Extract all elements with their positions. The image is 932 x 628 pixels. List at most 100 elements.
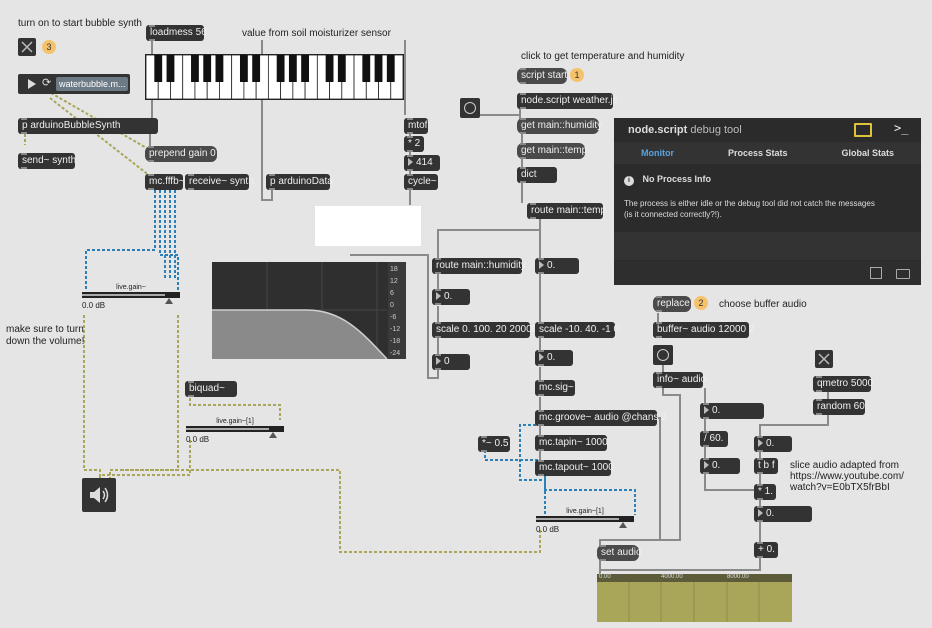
filter-tick-label: 12 [390,278,398,285]
script-start-message[interactable]: script start [517,68,567,84]
mc-tapin-object[interactable]: mc.tapin~ 1000 [535,435,608,451]
gain-slider[interactable] [536,516,634,528]
edit-icon[interactable] [870,267,882,279]
gain-thumb-icon[interactable] [619,522,628,528]
biquad-object[interactable]: biquad~ [185,381,237,397]
number-scaled-temp[interactable]: 0. [535,350,573,366]
tab-monitor[interactable]: Monitor [641,142,674,164]
scale-temp-object[interactable]: scale -10. 40. -1 0 [535,322,619,338]
number-b[interactable]: 0. [700,458,740,474]
number-a[interactable]: 0. [700,403,764,419]
debug-header: node.script debug tool >_ [628,121,909,137]
bang-button-weather[interactable] [460,98,480,118]
bang-button-info[interactable] [653,345,673,365]
synth-toggle[interactable] [18,38,36,56]
live-gain-groove[interactable]: live.gain~[1] 0.0 dB [536,508,634,534]
filter-graph[interactable]: 18 12 6 0 -6 -12 -18 -24 [212,262,406,360]
terminal-icon[interactable]: >_ [894,121,908,135]
monitor-icon[interactable] [854,123,872,137]
comment-temp-click: click to get temperature and humidity [521,51,685,62]
debug-tabs: Monitor Process Stats Global Stats [614,142,921,164]
trigger-bf-object[interactable]: t b f [754,458,778,474]
cycle-object[interactable]: cycle~ [404,174,438,190]
p-arduino-bubble-synth[interactable]: p arduinoBubbleSynth [18,118,158,134]
gain-level [82,294,166,296]
loadmess-object[interactable]: loadmess 56 [146,25,207,41]
live-gain-filter[interactable]: live.gain~[1] 0.0 dB [186,418,284,444]
set-audio-message[interactable]: set audio [597,545,642,561]
filter-tick-label: -24 [390,350,401,357]
replace-message[interactable]: replace [653,296,691,312]
black-key[interactable] [337,55,346,82]
black-key[interactable] [203,55,212,82]
route-temp-object[interactable]: route main::temp [527,203,606,219]
play-icon[interactable] [28,79,36,89]
gain-slider[interactable] [82,292,180,304]
waveform-ruler: 0.00 4000.00 8000.00 [597,574,792,582]
loop-icon[interactable]: ⟳ [42,76,51,89]
multiply-half-object[interactable]: *~ 0.5 [478,436,510,452]
step-badge-1: 1 [570,68,584,82]
mc-fffb-object[interactable]: mc.fffb~ [145,174,184,190]
folder-icon[interactable] [896,269,910,279]
multiply-1-object[interactable]: * 1. [754,484,776,500]
comment-volume-2: down the volume! [6,336,85,347]
black-key[interactable] [325,55,334,82]
close-x-icon [818,353,830,365]
black-key[interactable] [252,55,261,82]
number-temp[interactable]: 0. [535,258,579,274]
black-key[interactable] [374,55,383,82]
comment-choose-buffer: choose buffer audio [719,299,807,310]
black-key[interactable] [386,55,395,82]
random-object[interactable]: random 60 [813,399,865,415]
gain-slider[interactable] [186,426,284,438]
qmetro-object[interactable]: qmetro 5000 [813,376,873,392]
number-humidity[interactable]: 0. [432,289,470,305]
info-audio-object[interactable]: info~ audio [653,372,706,388]
gain-thumb-icon[interactable] [165,298,174,304]
dict-object[interactable]: dict [517,167,557,183]
black-key[interactable] [239,55,248,82]
black-key[interactable] [276,55,285,82]
multiply-2-object[interactable]: * 2 [404,136,424,152]
send-synth-object[interactable]: send~ synth [18,153,76,169]
black-key[interactable] [301,55,310,82]
piano-keys[interactable] [145,54,404,100]
mc-sig-object[interactable]: mc.sig~ [535,380,575,396]
plus-0-object[interactable]: + 0. [754,542,778,558]
mc-groove-object[interactable]: mc.groove~ audio @chans 2 [535,410,667,426]
tab-global-stats[interactable]: Global Stats [841,142,894,164]
number-int-0[interactable]: 0 [432,354,470,370]
black-key[interactable] [215,55,224,82]
prepend-gain-message[interactable]: prepend gain 0 [145,146,217,162]
piano-keyboard[interactable] [145,54,404,100]
black-key[interactable] [288,55,297,82]
mtof-object[interactable]: mtof [404,118,428,134]
route-humidity-object[interactable]: route main::humidity [432,258,526,274]
qmetro-toggle[interactable] [815,350,833,368]
mc-tapout-object[interactable]: mc.tapout~ 1000 [535,460,614,476]
buffer-audio-object[interactable]: buffer~ audio 12000 2 [653,322,754,338]
divide-60-object[interactable]: / 60. [700,431,728,447]
p-arduino-data[interactable]: p arduinoData [266,174,333,190]
black-key[interactable] [191,55,199,82]
black-key[interactable] [362,55,371,82]
number-414[interactable]: 414 [404,155,440,171]
number-d[interactable]: 0. [754,506,812,522]
comment-volume-1: make sure to turn [6,324,84,335]
player-filename: waterbubble.m... [56,77,128,91]
tab-process-stats[interactable]: Process Stats [728,142,788,164]
gain-thumb-icon[interactable] [269,432,278,438]
node-script-object[interactable]: node.script weather.js [517,93,618,109]
black-key[interactable] [166,55,175,82]
get-humidity-message[interactable]: get main::humidity [517,118,602,134]
black-key[interactable] [154,55,163,82]
ezdac-button[interactable] [82,478,116,512]
get-temp-message[interactable]: get main::temp [517,143,587,159]
receive-synth-object[interactable]: receive~ synth [185,174,254,190]
waveform-display[interactable]: 0.00 4000.00 8000.00 [597,574,792,622]
playlist-player[interactable]: ⟳ waterbubble.m... [18,74,130,94]
number-c[interactable]: 0. [754,436,792,452]
live-gain-main[interactable]: live.gain~ 0.0 dB [82,284,180,310]
scale-humidity-object[interactable]: scale 0. 100. 20 20000 [432,322,537,338]
